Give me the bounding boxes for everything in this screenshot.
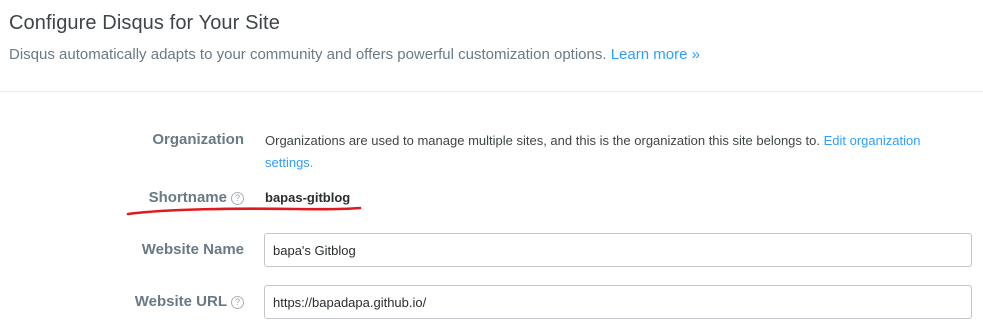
section-divider: [0, 91, 983, 92]
underline-stroke: [126, 206, 362, 216]
shortname-value: bapas-gitblog: [265, 190, 351, 205]
organization-label: Organization: [152, 131, 244, 148]
learn-more-link[interactable]: Learn more »: [611, 46, 700, 63]
page-subtitle-text: Disqus automatically adapts to your comm…: [9, 46, 607, 63]
website-name-label: Website Name: [141, 241, 244, 258]
website-url-label-row: Website URL?: [135, 293, 244, 310]
organization-description-text: Organizations are used to manage multipl…: [265, 133, 820, 148]
page-subtitle: Disqus automatically adapts to your comm…: [9, 46, 700, 63]
help-icon[interactable]: ?: [231, 296, 244, 309]
page-title: Configure Disqus for Your Site: [9, 12, 280, 34]
website-url-input[interactable]: [264, 285, 972, 319]
organization-description: Organizations are used to manage multipl…: [265, 130, 925, 174]
website-url-label: Website URL: [134, 293, 227, 310]
red-underline-annotation: [126, 206, 362, 216]
website-name-input[interactable]: [264, 233, 972, 267]
